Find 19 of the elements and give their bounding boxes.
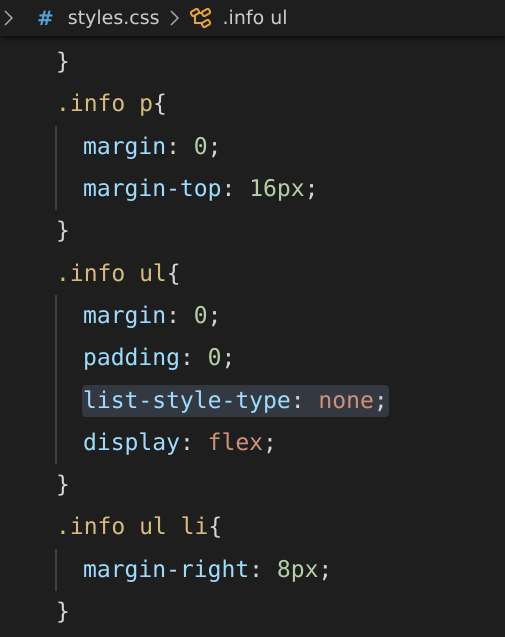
structure-icon — [188, 7, 213, 29]
code-line: } — [55, 598, 71, 627]
code-line: margin-top: 16px; — [82, 175, 320, 204]
breadcrumb-item[interactable]: .info ul — [222, 7, 288, 29]
breadcrumb-item[interactable]: styles.css — [68, 7, 160, 29]
code-line: .info ul{ — [55, 260, 182, 289]
code-line: } — [55, 471, 71, 500]
code-line: } — [55, 217, 71, 246]
chevron-icon — [4, 10, 13, 26]
code-line: margin-right: 8px; — [82, 556, 334, 585]
code-line: .info ul li{ — [55, 513, 224, 542]
code-line: padding: 0; — [82, 344, 236, 374]
chevron-icon — [170, 10, 179, 26]
code-line: margin: 0; — [82, 132, 223, 162]
css-file-icon: # — [37, 6, 54, 30]
code-line: margin: 0; — [82, 302, 223, 331]
code-line: .info p{ — [55, 90, 168, 120]
code-line: display: flex; — [82, 428, 278, 458]
code-line: } — [55, 48, 71, 78]
